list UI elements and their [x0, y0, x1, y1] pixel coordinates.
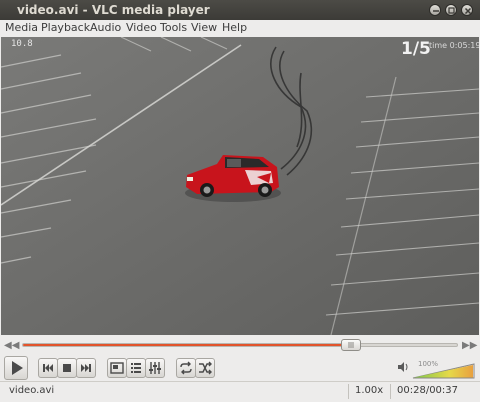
play-button[interactable] — [4, 356, 28, 380]
loop-button[interactable] — [176, 358, 196, 378]
minimize-button[interactable] — [429, 4, 441, 16]
video-frame — [1, 37, 479, 335]
seek-handle[interactable] — [341, 339, 362, 351]
menu-bar: Media Playback Audio Video Tools View He… — [0, 20, 480, 37]
previous-button[interactable] — [38, 358, 58, 378]
vlc-window: video.avi - VLC media player Media Playb… — [0, 0, 480, 402]
speaker-icon[interactable] — [397, 361, 409, 373]
shuffle-icon — [199, 361, 212, 375]
title-bar: video.avi - VLC media player — [0, 0, 480, 20]
status-bar: video.avi 1.00x 00:28/00:37 — [0, 381, 480, 402]
stop-button[interactable] — [57, 358, 77, 378]
rewind-icon[interactable]: ◀◀ — [4, 340, 19, 351]
stop-icon — [63, 364, 71, 372]
playlist-icon — [131, 363, 141, 373]
shuffle-button[interactable] — [195, 358, 215, 378]
menu-video[interactable]: Video — [126, 21, 157, 34]
window-title: video.avi - VLC media player — [17, 3, 210, 17]
status-filename: video.avi — [9, 385, 55, 396]
osd-time: time 0:05:19 — [429, 41, 479, 50]
play-icon — [12, 361, 23, 375]
playlist-button[interactable] — [126, 358, 146, 378]
minimize-icon — [433, 10, 439, 12]
loop-icon — [180, 361, 192, 375]
maximize-button[interactable] — [445, 4, 457, 16]
close-icon — [464, 7, 472, 15]
menu-audio[interactable]: Audio — [90, 21, 121, 34]
seek-slider[interactable] — [22, 339, 458, 351]
next-button[interactable] — [76, 358, 96, 378]
fullscreen-icon — [110, 362, 124, 374]
previous-icon — [43, 364, 53, 372]
menu-tools[interactable]: Tools — [160, 21, 187, 34]
seek-row: ◀◀ ▶▶ — [0, 336, 480, 354]
elapsed-time[interactable]: 00:28/00:37 — [397, 385, 458, 396]
fast-forward-icon[interactable]: ▶▶ — [462, 340, 477, 351]
next-icon — [81, 364, 91, 372]
status-divider — [348, 384, 349, 399]
menu-help[interactable]: Help — [222, 21, 247, 34]
equalizer-icon — [149, 362, 161, 374]
close-button[interactable] — [461, 4, 473, 16]
menu-view[interactable]: View — [191, 21, 217, 34]
playback-speed[interactable]: 1.00x — [355, 385, 383, 396]
fullscreen-button[interactable] — [107, 358, 127, 378]
status-divider — [390, 384, 391, 399]
video-display[interactable]: 10.8 1/5 time 0:05:19 — [1, 37, 479, 335]
menu-media[interactable]: Media — [5, 21, 38, 34]
osd-counter: 10.8 — [11, 39, 33, 49]
equalizer-button[interactable] — [145, 358, 165, 378]
menu-playback[interactable]: Playback — [41, 21, 90, 34]
volume-slider[interactable] — [412, 363, 476, 379]
maximize-icon — [448, 7, 455, 14]
seek-progress — [23, 344, 352, 346]
osd-lap: 1/5 — [401, 39, 431, 59]
